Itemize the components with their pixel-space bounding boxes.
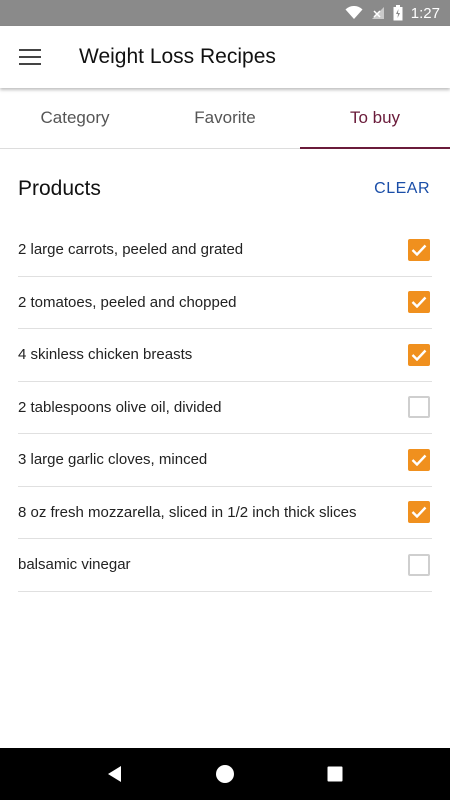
item-checkbox[interactable] bbox=[408, 448, 430, 471]
item-label: 4 skinless chicken breasts bbox=[18, 346, 193, 364]
list-item[interactable]: 3 large garlic cloves, minced bbox=[18, 434, 432, 487]
app-title: Weight Loss Recipes bbox=[79, 45, 276, 68]
back-icon[interactable] bbox=[95, 754, 135, 794]
products-header: Products CLEAR bbox=[0, 149, 450, 229]
checkmark-icon bbox=[411, 506, 427, 519]
item-label: 3 large garlic cloves, minced bbox=[18, 451, 208, 469]
checkmark-icon bbox=[411, 454, 427, 466]
item-label: 2 tablespoons olive oil, divided bbox=[18, 398, 222, 416]
item-label: balsamic vinegar bbox=[18, 556, 131, 574]
list-item[interactable]: 8 oz fresh mozzarella, sliced in 1/2 inc… bbox=[18, 487, 432, 539]
list-item[interactable]: 2 tomatoes, peeled and chopped bbox=[18, 277, 432, 329]
tab-category[interactable]: Category bbox=[0, 88, 150, 148]
products-title: Products bbox=[18, 177, 101, 200]
clear-button[interactable]: CLEAR bbox=[366, 172, 430, 206]
battery-icon bbox=[393, 5, 403, 21]
tab-to-buy[interactable]: To buy bbox=[300, 88, 450, 149]
item-label: 8 oz fresh mozzarella, sliced in 1/2 inc… bbox=[18, 503, 357, 521]
tab-favorite[interactable]: Favorite bbox=[150, 88, 300, 148]
wifi-icon bbox=[345, 6, 363, 20]
checkmark-icon bbox=[411, 349, 427, 361]
item-checkbox[interactable] bbox=[408, 553, 430, 576]
product-list: 2 large carrots, peeled and grated 2 tom… bbox=[18, 224, 432, 592]
recents-icon[interactable] bbox=[315, 754, 355, 794]
item-label: 2 tomatoes, peeled and chopped bbox=[18, 293, 237, 311]
checkmark-icon bbox=[411, 296, 427, 309]
item-checkbox[interactable] bbox=[408, 343, 430, 366]
home-icon[interactable] bbox=[205, 754, 245, 794]
status-time: 1:27 bbox=[410, 4, 440, 22]
item-checkbox[interactable] bbox=[408, 291, 430, 314]
item-checkbox[interactable] bbox=[408, 238, 430, 261]
list-item[interactable]: 2 tablespoons olive oil, divided bbox=[18, 382, 432, 434]
list-item[interactable]: balsamic vinegar bbox=[18, 539, 432, 592]
app-bar: Weight Loss Recipes bbox=[0, 26, 450, 88]
item-checkbox[interactable] bbox=[408, 396, 430, 419]
list-item[interactable]: 4 skinless chicken breasts bbox=[18, 329, 432, 382]
checkmark-icon bbox=[411, 244, 427, 256]
list-item[interactable]: 2 large carrots, peeled and grated bbox=[18, 224, 432, 277]
navigation-bar bbox=[0, 748, 450, 800]
item-checkbox[interactable] bbox=[408, 501, 430, 524]
tab-bar: Category Favorite To buy bbox=[0, 88, 450, 149]
signal-icon bbox=[371, 6, 385, 20]
item-label: 2 large carrots, peeled and grated bbox=[18, 241, 244, 259]
hamburger-menu-icon[interactable] bbox=[0, 26, 60, 88]
status-bar: 1:27 bbox=[0, 0, 450, 26]
